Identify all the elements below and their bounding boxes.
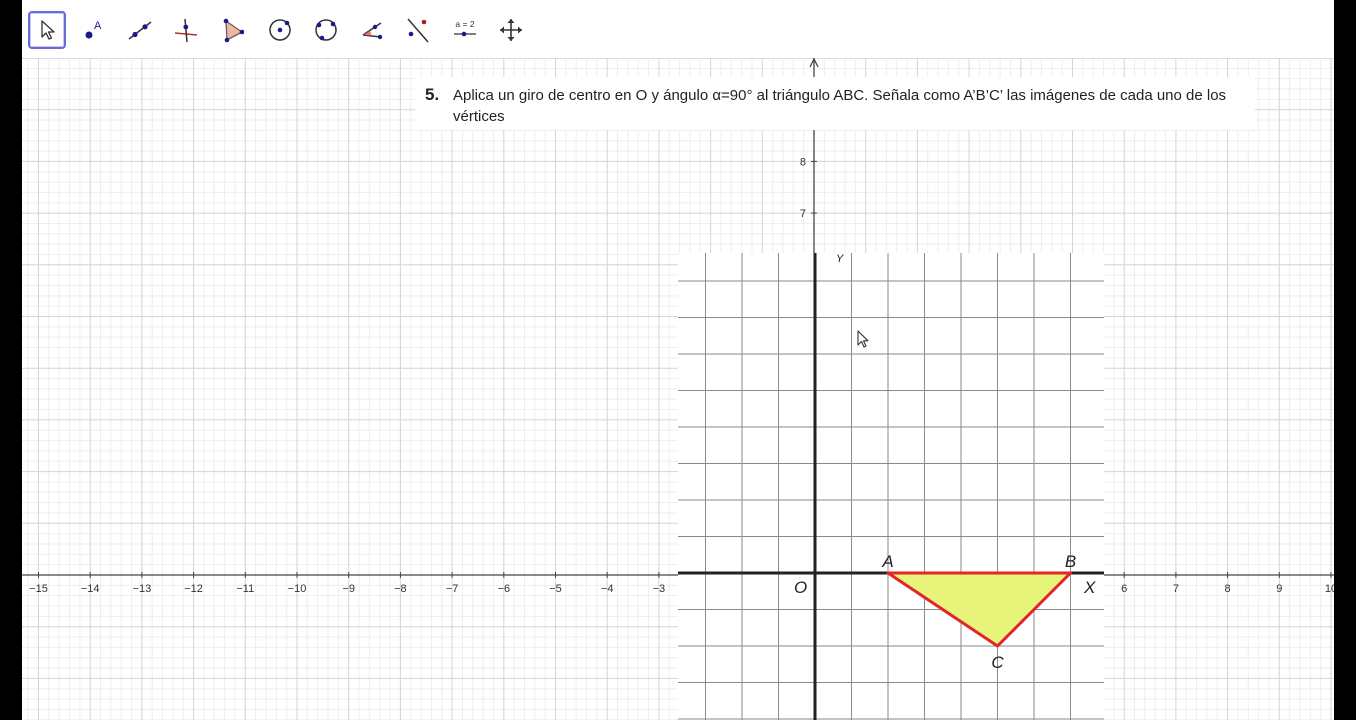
reflect-tool-button[interactable]: [399, 11, 437, 49]
circle-three-points-icon: [315, 19, 337, 41]
slider-tool-button[interactable]: a = 2: [446, 11, 484, 49]
move-graphics-view-icon: [500, 19, 522, 41]
line-tool-button[interactable]: [121, 11, 159, 49]
y-tick-label: 8: [800, 156, 806, 168]
perpendicular-line-icon: [174, 18, 198, 43]
x-tick-label: −7: [446, 583, 459, 595]
x-tick-label: −14: [81, 583, 100, 595]
line-through-points-icon: [128, 21, 152, 40]
x-tick-label: 10: [1325, 583, 1334, 595]
vertex-label: C: [991, 653, 1004, 672]
reflect-about-line-icon: [407, 18, 429, 43]
x-tick-label: −4: [601, 583, 614, 595]
point-tool-button[interactable]: A: [74, 11, 112, 49]
x-tick-label: −10: [288, 583, 307, 595]
worksheet-grid: [678, 253, 1104, 720]
x-tick-label: 9: [1276, 583, 1282, 595]
circle-center-tool-button[interactable]: [261, 11, 299, 49]
origin-label: O: [794, 578, 807, 597]
angle-tool-button[interactable]: [353, 11, 391, 49]
vertex-label: B: [1065, 552, 1076, 571]
geogebra-app: A a = 2 −15 −14 −13 −12 −11 −10 −9 −8 −7…: [22, 0, 1334, 720]
y-tick-label: 7: [800, 208, 806, 220]
mouse-cursor-icon: [857, 330, 869, 348]
x-tick-label: −9: [342, 583, 355, 595]
arrow-pointer-icon: [41, 20, 55, 40]
perpendicular-tool-button[interactable]: [167, 11, 205, 49]
angle-icon: [362, 22, 383, 40]
move-tool-button[interactable]: [28, 11, 66, 49]
toolbar: A a = 2: [22, 0, 1334, 59]
x-tick-label: −8: [394, 583, 407, 595]
x-tick-label: 7: [1173, 583, 1179, 595]
problem-statement: Aplica un giro de centro en O y ángulo α…: [453, 87, 1227, 125]
circle-center-point-icon: [269, 19, 291, 41]
x-tick-label: 8: [1225, 583, 1231, 595]
polygon-icon: [223, 18, 245, 43]
x-tick-label: −13: [133, 583, 152, 595]
vertex-label: A: [881, 552, 893, 571]
worksheet-image: A B C O X Y: [678, 253, 1104, 720]
x-tick-label: −5: [549, 583, 562, 595]
x-tick-label: −3: [653, 583, 666, 595]
circle-three-points-tool-button[interactable]: [307, 11, 345, 49]
problem-text-box: 5. Aplica un giro de centro en O y ángul…: [415, 77, 1255, 130]
move-view-tool-button[interactable]: [492, 11, 530, 49]
point-icon: A: [85, 20, 102, 39]
worksheet-x-axis-label: X: [1083, 578, 1096, 597]
slider-tool-text: a = 2: [455, 19, 474, 29]
polygon-tool-button[interactable]: [214, 11, 252, 49]
x-tick-label: −6: [498, 583, 511, 595]
worksheet-y-axis-label: Y: [836, 253, 844, 265]
x-tick-label: 6: [1121, 583, 1127, 595]
x-tick-label: −15: [29, 583, 48, 595]
problem-number: 5.: [425, 85, 440, 104]
graphics-view[interactable]: −15 −14 −13 −12 −11 −10 −9 −8 −7 −6 −5 −4 −3 6 7 8 9 10 8…: [22, 58, 1334, 720]
x-tick-label: −11: [236, 583, 254, 595]
slider-icon: a = 2: [454, 19, 476, 37]
point-tool-text: A: [94, 20, 102, 32]
x-tick-label: −12: [184, 583, 203, 595]
worksheet-plane: A B C O X Y: [678, 253, 1104, 720]
